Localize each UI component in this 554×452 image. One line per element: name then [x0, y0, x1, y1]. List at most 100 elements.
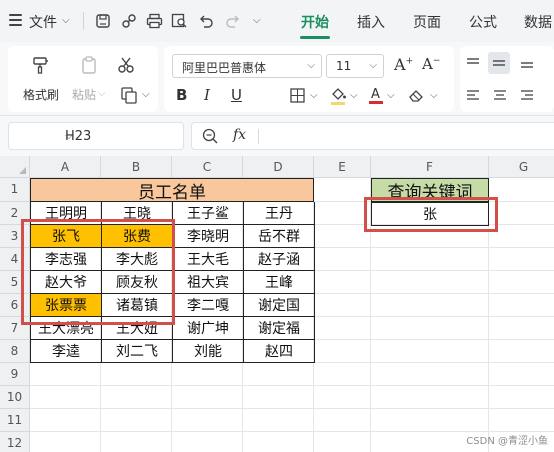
tab-page[interactable]: 页面 [413, 12, 441, 32]
format-painter-icon[interactable] [30, 54, 52, 76]
menu-bar: 文件 ⌵ ⌵ 开始 插入 页面 公式 数据 [0, 0, 554, 42]
borders-chevron-icon[interactable]: ⌵ [310, 90, 318, 101]
ribbon-toolbar: 格式刷 粘贴 ⌵ ⌵ 阿里巴巴普惠体 ⌵ 11 ⌵ A+ A− B I U ⌵ [0, 42, 554, 116]
save-icon[interactable] [92, 10, 114, 32]
gridline [30, 385, 554, 386]
align-top-icon[interactable] [464, 56, 482, 70]
tab-formula[interactable]: 公式 [469, 12, 497, 32]
print-preview-icon[interactable] [168, 10, 190, 32]
clear-chevron-icon[interactable]: ⌵ [430, 90, 438, 101]
row-header-10[interactable]: 10 [0, 386, 30, 409]
share-link-icon[interactable] [118, 10, 140, 32]
font-color-chevron-icon[interactable]: ⌵ [387, 90, 395, 101]
bold-icon[interactable]: B [176, 86, 187, 104]
divider [83, 12, 84, 30]
gridline [30, 408, 554, 409]
chevron-down-icon: ⌵ [307, 60, 315, 71]
align-left-icon[interactable] [464, 88, 482, 102]
decrease-font-icon[interactable]: A− [422, 55, 440, 73]
name-cell[interactable]: 祖大宾 [173, 271, 244, 294]
tab-home[interactable]: 开始 [301, 12, 329, 32]
column-header-b[interactable]: B [101, 156, 172, 178]
align-middle-icon[interactable] [488, 52, 510, 74]
name-cell[interactable]: 谢广坤 [173, 317, 244, 340]
font-name-value: 阿里巴巴普惠体 [182, 61, 267, 75]
row-header-1[interactable]: 1 [0, 178, 30, 202]
chevron-down-icon: ⌵ [369, 60, 377, 71]
redo-icon[interactable] [222, 10, 244, 32]
hamburger-menu-icon[interactable] [9, 14, 22, 26]
fill-color-icon[interactable] [328, 84, 348, 106]
chevron-down-icon[interactable]: ⌵ [62, 15, 70, 26]
underline-icon[interactable]: U [231, 86, 242, 104]
formula-input[interactable]: fx [191, 122, 554, 150]
red-highlight-box [364, 197, 498, 232]
name-cell[interactable]: 王峰 [244, 271, 315, 294]
column-header-a[interactable]: A [30, 156, 101, 178]
name-cell[interactable]: 王丹 [244, 202, 315, 225]
paste-icon[interactable] [78, 54, 100, 76]
name-cell[interactable]: 刘能 [173, 340, 244, 363]
formula-bar: H23 ⌵ fx [0, 116, 554, 156]
insert-function-button[interactable]: fx [233, 127, 246, 143]
table-title-cell[interactable]: 员工名单 [30, 178, 314, 202]
divider [258, 129, 259, 144]
fill-chevron-icon[interactable]: ⌵ [350, 90, 358, 101]
name-cell[interactable]: 赵子涵 [244, 248, 315, 271]
font-size-value: 11 [336, 59, 352, 73]
name-cell[interactable]: 谢定国 [244, 294, 315, 317]
increase-font-icon[interactable]: A+ [394, 55, 413, 74]
name-cell[interactable]: 刘二飞 [102, 340, 173, 363]
font-name-select[interactable]: 阿里巴巴普惠体 ⌵ [172, 54, 322, 78]
spreadsheet-grid: A B C D E F G 1 2 3 4 5 6 7 8 9 10 11 12… [0, 156, 554, 452]
column-header-d[interactable]: D [243, 156, 314, 178]
svg-text:A: A [371, 87, 380, 102]
name-box[interactable]: H23 ⌵ [8, 122, 184, 150]
font-group: 阿里巴巴普惠体 ⌵ 11 ⌵ A+ A− B I U ⌵ ⌵ A ⌵ ⌵ [164, 46, 454, 112]
font-size-select[interactable]: 11 ⌵ [326, 54, 384, 78]
font-color-icon[interactable]: A [367, 84, 385, 106]
copy-icon[interactable] [118, 85, 140, 105]
row-header-9[interactable]: 9 [0, 363, 30, 386]
watermark: CSDN @青涩小鱼 [466, 436, 548, 447]
name-cell[interactable]: 谢定福 [244, 317, 315, 340]
cut-icon[interactable] [115, 54, 137, 76]
chevron-down-icon: ⌵ [65, 131, 73, 142]
paste-button[interactable]: 粘贴 [72, 86, 96, 103]
name-cell[interactable]: 李逵 [31, 340, 102, 363]
zoom-icon[interactable] [201, 127, 219, 149]
align-center-icon[interactable] [491, 88, 509, 102]
active-tab-indicator [300, 36, 330, 39]
row-header-12[interactable]: 12 [0, 432, 30, 452]
clipboard-group: 格式刷 粘贴 ⌵ ⌵ [8, 46, 158, 112]
tab-data[interactable]: 数据 [524, 12, 552, 32]
italic-icon[interactable]: I [204, 86, 210, 104]
undo-icon[interactable] [195, 10, 217, 32]
name-cell[interactable]: 王子鲨 [173, 202, 244, 225]
column-header-c[interactable]: C [172, 156, 243, 178]
clear-format-icon[interactable] [406, 86, 426, 104]
borders-icon[interactable] [288, 86, 306, 104]
name-cell[interactable]: 李晓明 [173, 225, 244, 248]
name-cell[interactable]: 岳不群 [244, 225, 315, 248]
file-menu[interactable]: 文件 [29, 12, 57, 32]
column-header-g[interactable]: G [489, 156, 554, 178]
more-chevron-icon[interactable]: ⌵ [253, 15, 261, 26]
copy-chevron-icon[interactable]: ⌵ [142, 89, 150, 100]
alignment-group [460, 46, 554, 112]
red-highlight-box [21, 219, 175, 325]
name-cell[interactable]: 王大毛 [173, 248, 244, 271]
format-painter-button[interactable]: 格式刷 [23, 86, 59, 103]
name-cell[interactable]: 赵四 [244, 340, 315, 363]
align-bottom-icon[interactable] [518, 56, 536, 70]
tab-insert[interactable]: 插入 [357, 12, 385, 32]
align-right-icon[interactable] [518, 88, 536, 102]
select-all-corner[interactable] [0, 156, 30, 178]
name-cell[interactable]: 李二嘎 [173, 294, 244, 317]
column-header-f[interactable]: F [371, 156, 489, 178]
column-header-e[interactable]: E [314, 156, 371, 178]
row-header-8[interactable]: 8 [0, 340, 30, 363]
row-header-11[interactable]: 11 [0, 409, 30, 432]
print-icon[interactable] [143, 10, 165, 32]
paste-chevron-icon[interactable]: ⌵ [98, 88, 106, 99]
